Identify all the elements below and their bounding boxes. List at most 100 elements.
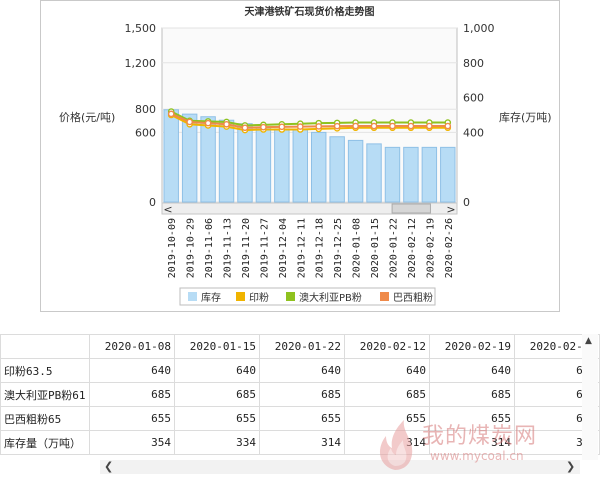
table-cell: 685 (174, 382, 260, 407)
left-tick-label: 1,500 (125, 22, 157, 35)
bar-inventory (255, 126, 272, 203)
x-tick-label: 2019-11-13 (223, 218, 234, 278)
left-tick-label: 1,200 (125, 57, 157, 70)
bar-inventory (237, 123, 253, 203)
x-tick-label: 2020-02-12 (407, 218, 418, 278)
table-cell: 640 (174, 358, 260, 383)
line-point (167, 110, 175, 118)
x-tick-label: 2020-02-19 (425, 218, 436, 278)
row-label: 巴西粗粉65 (0, 406, 90, 431)
x-tick-label: 2019-11-20 (241, 218, 252, 278)
bar-inventory (200, 116, 216, 203)
x-tick-label: 2020-01-15 (370, 218, 381, 278)
table-cell: 655 (89, 406, 175, 431)
bar-inventory (403, 146, 419, 203)
navigator-handle (391, 203, 431, 214)
scroll-left-icon[interactable]: ❮ (104, 460, 113, 473)
bar-inventory (421, 146, 438, 203)
table-cell: 655 (259, 406, 345, 431)
navigator-left-arrow: < (163, 203, 172, 216)
right-tick-label: 400 (463, 126, 484, 139)
right-tick-label: 0 (463, 196, 470, 209)
line-point (241, 124, 249, 132)
x-tick-label: 2019-12-04 (278, 218, 289, 278)
row-label: 库存量（万吨） (0, 430, 90, 455)
legend-swatch (286, 292, 295, 301)
navigator-right-arrow: > (446, 203, 455, 216)
x-tick-label: 2020-01-08 (352, 218, 363, 278)
x-tick-label: 2020-02-26 (444, 218, 455, 278)
bar-inventory (292, 129, 308, 203)
x-tick-label: 2019-10-09 (167, 218, 178, 278)
watermark-text: 我的煤炭网 (422, 424, 538, 449)
line-point (186, 118, 193, 126)
watermark-logo: 我的煤炭网 www.mycoal.cn (370, 418, 595, 473)
column-header: 2020-01-22 (259, 334, 345, 359)
table-cell: 334 (174, 430, 260, 455)
bar-inventory (366, 143, 382, 203)
line-point (426, 122, 433, 130)
x-tick-label: 2019-12-18 (315, 218, 326, 278)
bar-inventory (329, 136, 345, 203)
bar-inventory (311, 131, 327, 203)
line-point (223, 120, 230, 128)
x-tick-label: 2019-11-06 (204, 218, 215, 278)
line-point (370, 122, 378, 130)
x-tick-label: 2019-12-25 (333, 218, 344, 278)
bar-inventory (440, 146, 456, 203)
x-tick-label: 2020-01-22 (388, 218, 399, 278)
right-tick-label: 600 (463, 92, 484, 105)
table-cell: 314 (259, 430, 345, 455)
table-cell: 655 (174, 406, 260, 431)
chart-svg: 天津港铁矿石现货价格走势图 0 600 800 1,200 1,500 0 400 600 800… (125, 5, 495, 306)
line-point (296, 123, 304, 130)
bar-inventory (218, 119, 235, 203)
table-header-row: 2020-01-08 2020-01-15 2020-01-22 2020-02… (0, 334, 600, 359)
table-cell: 685 (344, 382, 430, 407)
legend-label: 巴西粗粉 (393, 291, 433, 304)
left-tick-label: 800 (135, 103, 156, 116)
chart-title: 天津港铁矿石现货价格走势图 (245, 5, 375, 18)
bar-inventory (384, 146, 401, 203)
x-tick-label: 2019-12-11 (296, 218, 307, 278)
row-label: 印粉63.5 (0, 358, 90, 383)
row-label: 澳大利亚PB粉61 (0, 382, 90, 407)
column-header: 2020-02-19 (429, 334, 515, 359)
right-tick-label: 800 (463, 57, 484, 70)
line-point (333, 122, 341, 130)
line-point (204, 119, 212, 127)
bar-inventory (163, 109, 179, 203)
line-point (407, 122, 415, 130)
table-corner-cell (0, 334, 90, 359)
flame-icon (379, 420, 413, 470)
x-tick-label: 2019-10-29 (186, 218, 197, 278)
table-cell: 685 (89, 382, 175, 407)
table-cell: 685 (429, 382, 515, 407)
line-point (315, 123, 323, 130)
table-cell: 640 (429, 358, 515, 383)
legend-label: 库存 (201, 291, 221, 304)
legend-swatch (236, 292, 245, 301)
scroll-up-icon[interactable]: ▲ (585, 336, 592, 346)
line-point (352, 122, 359, 130)
line-point (260, 123, 267, 131)
table-row: 澳大利亚PB粉61 685 685 685 685 685 685 (0, 382, 600, 407)
table-cell: 640 (89, 358, 175, 383)
table-cell: 354 (89, 430, 175, 455)
column-header: 2020-01-15 (174, 334, 260, 359)
right-tick-label: 1,000 (463, 22, 495, 35)
x-tick-label: 2019-11-27 (259, 218, 270, 278)
chart-panel: 天津港铁矿石现货价格走势图 0 600 800 1,200 1,500 0 400 600 800… (40, 0, 560, 312)
line-point (444, 122, 452, 130)
table-cell: 640 (259, 358, 345, 383)
left-tick-label: 600 (135, 126, 156, 139)
table-cell: 685 (259, 382, 345, 407)
column-header: 2020-02-12 (344, 334, 430, 359)
left-tick-label: 0 (149, 196, 156, 209)
table-row: 印粉63.5 640 640 640 640 640 640 (0, 358, 600, 383)
legend-label: 印粉 (249, 291, 269, 304)
line-point (389, 122, 396, 130)
right-axis-title: 库存(万吨) (499, 111, 552, 124)
legend-swatch (380, 292, 389, 301)
column-header: 2020-01-08 (89, 334, 175, 359)
